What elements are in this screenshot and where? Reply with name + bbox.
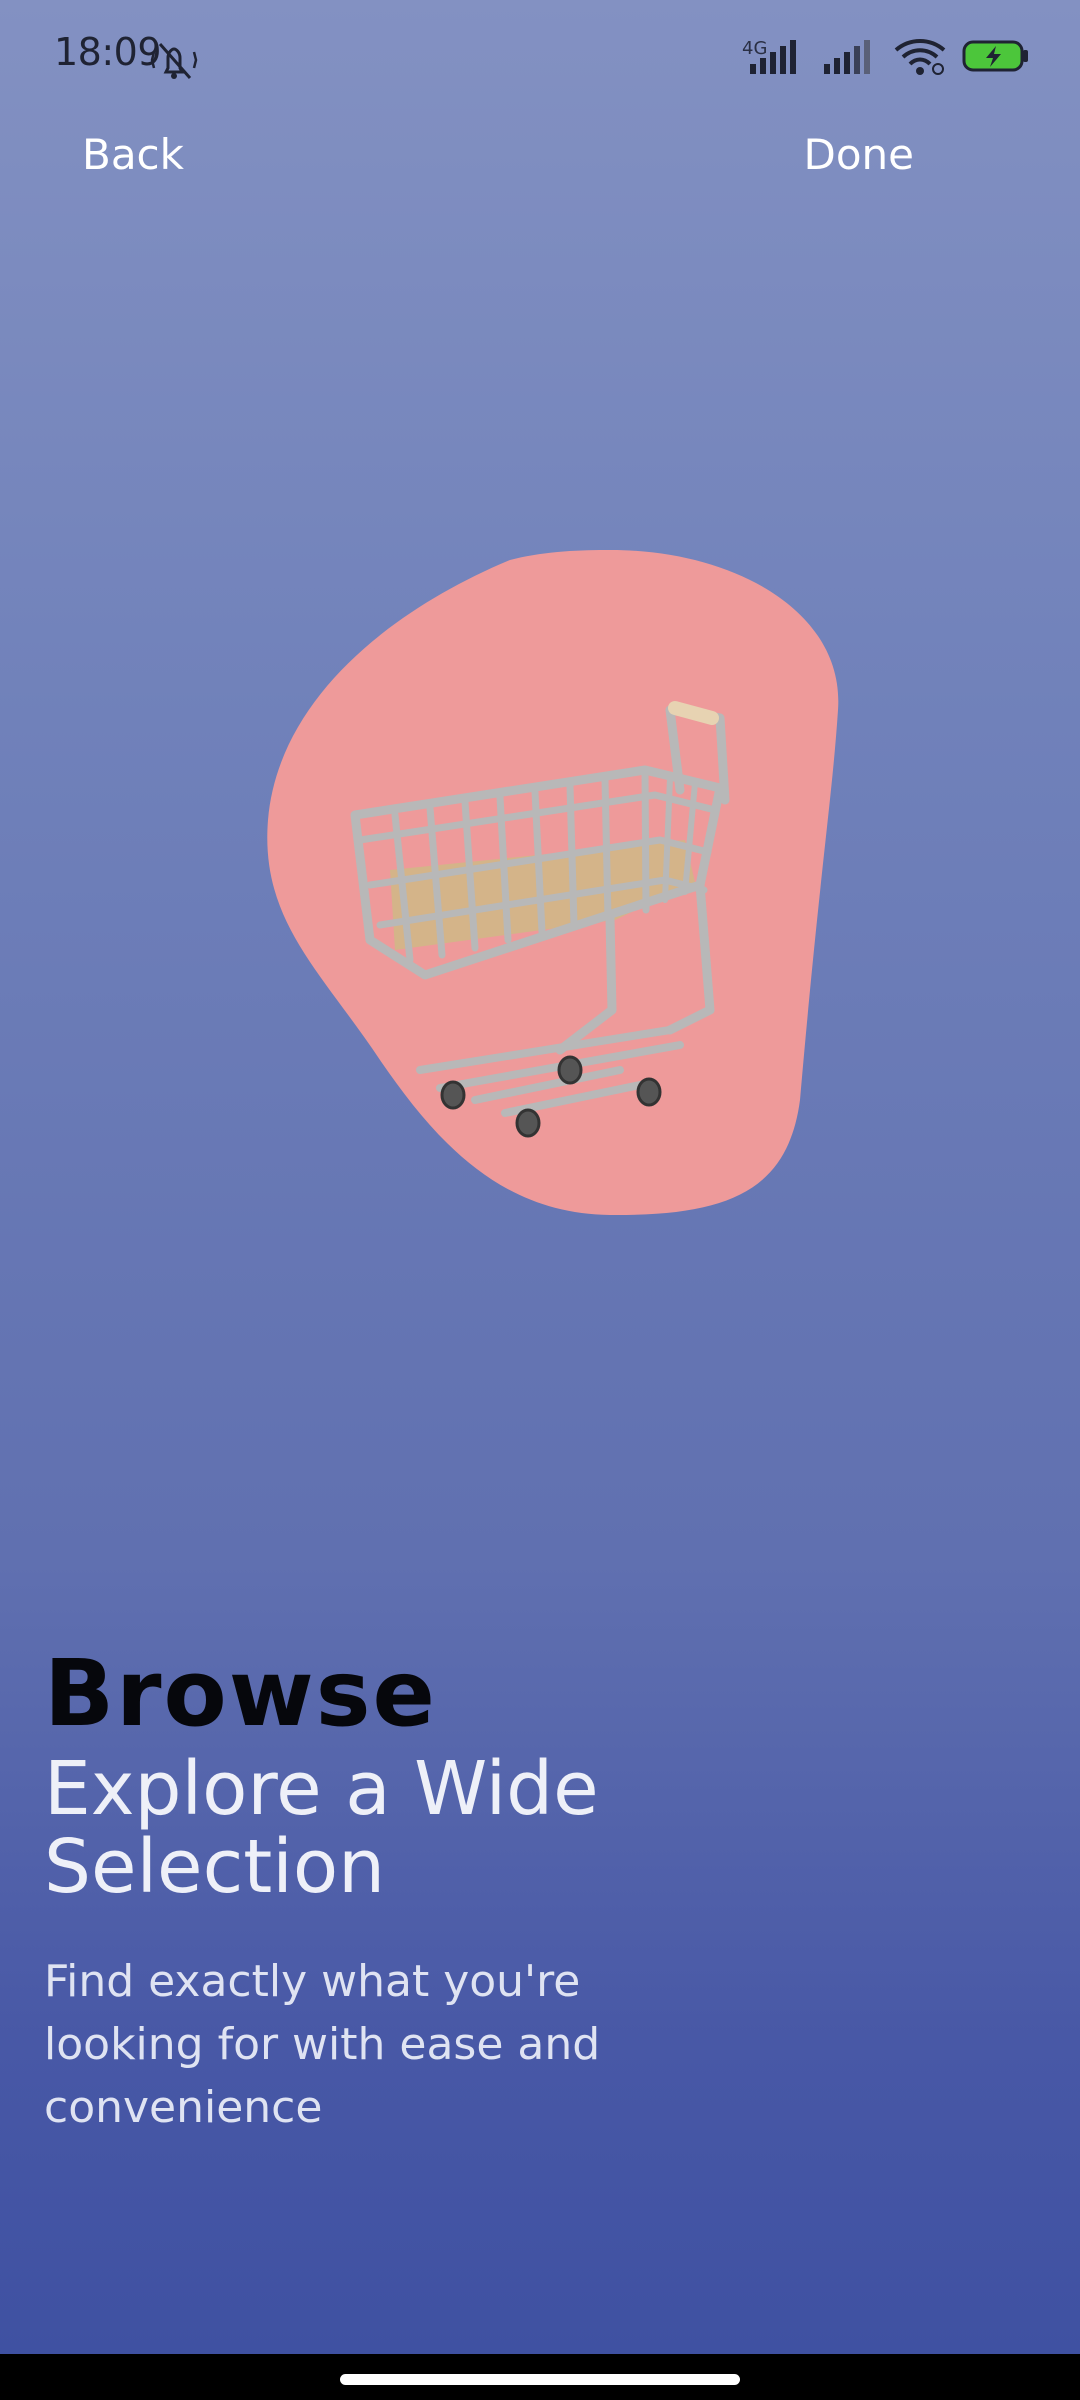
subtitle: Find exactly what you're looking for wit…	[44, 1956, 601, 2133]
silent-mode-icon	[150, 43, 198, 79]
signal-icon	[824, 40, 870, 74]
home-indicator[interactable]	[340, 2374, 740, 2385]
shopping-cart-illustration	[267, 549, 839, 1216]
eyebrow-title: Browse	[44, 1640, 437, 1747]
wifi-icon	[894, 39, 946, 75]
battery-charging-icon	[962, 40, 1028, 72]
signal-icon	[750, 40, 796, 74]
status-icons	[744, 36, 1030, 76]
back-button[interactable]: Back	[82, 130, 184, 179]
status-bar: 18:09 4G	[0, 0, 1080, 110]
status-time: 18:09	[54, 30, 162, 74]
done-button[interactable]: Done	[804, 130, 915, 179]
headline: Explore a Wide Selection	[44, 1746, 599, 1910]
